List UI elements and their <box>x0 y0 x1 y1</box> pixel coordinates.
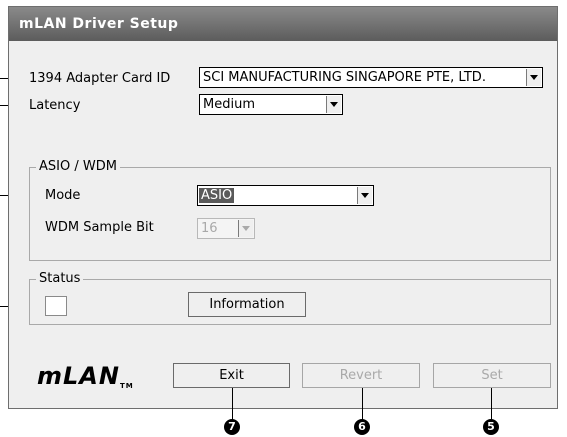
callout-line-revert <box>362 388 363 420</box>
information-button[interactable]: Information <box>188 292 306 317</box>
latency-dropdown[interactable]: Medium <box>199 94 343 115</box>
latency-label: Latency <box>29 98 81 113</box>
chevron-down-icon[interactable] <box>357 187 372 204</box>
callout-line-exit <box>232 388 233 420</box>
chevron-down-icon[interactable] <box>326 96 341 113</box>
mlan-logo-tm: TM <box>119 382 134 390</box>
mode-label: Mode <box>45 188 81 203</box>
wdm-sample-bit-label: WDM Sample Bit <box>45 220 154 235</box>
status-group: Status Information <box>29 271 551 325</box>
callout-marker-exit: 7 <box>224 419 240 435</box>
latency-value: Medium <box>203 97 255 112</box>
adapter-dropdown[interactable]: SCI MANUFACTURING SINGAPORE PTE, LTD. <box>199 67 543 88</box>
chevron-down-icon <box>238 220 253 237</box>
mlan-driver-setup-window: mLAN Driver Setup 1394 Adapter Card ID S… <box>8 6 558 409</box>
mode-value: ASIO <box>199 188 235 203</box>
status-indicator <box>45 296 67 316</box>
wdm-sample-bit-dropdown: 16 <box>197 218 255 239</box>
status-group-title: Status <box>36 271 84 286</box>
set-button: Set <box>433 363 551 388</box>
asio-wdm-group-title: ASIO / WDM <box>36 159 120 174</box>
mlan-logo-text: mLAN <box>37 362 120 390</box>
mode-dropdown[interactable]: ASIO <box>197 185 374 206</box>
callout-line-set <box>491 388 492 420</box>
adapter-value: SCI MANUFACTURING SINGAPORE PTE, LTD. <box>203 70 486 85</box>
exit-button[interactable]: Exit <box>173 363 290 388</box>
chevron-down-icon[interactable] <box>526 69 541 86</box>
asio-wdm-group: ASIO / WDM Mode ASIO WDM Sample Bit 16 <box>29 159 551 261</box>
adapter-label: 1394 Adapter Card ID <box>29 71 171 86</box>
mlan-logo: mLANTM <box>37 362 134 390</box>
callout-marker-revert: 6 <box>354 419 370 435</box>
wdm-sample-bit-value: 16 <box>201 221 218 236</box>
window-title: mLAN Driver Setup <box>9 7 557 41</box>
revert-button: Revert <box>302 363 420 388</box>
callout-marker-set: 5 <box>483 419 499 435</box>
